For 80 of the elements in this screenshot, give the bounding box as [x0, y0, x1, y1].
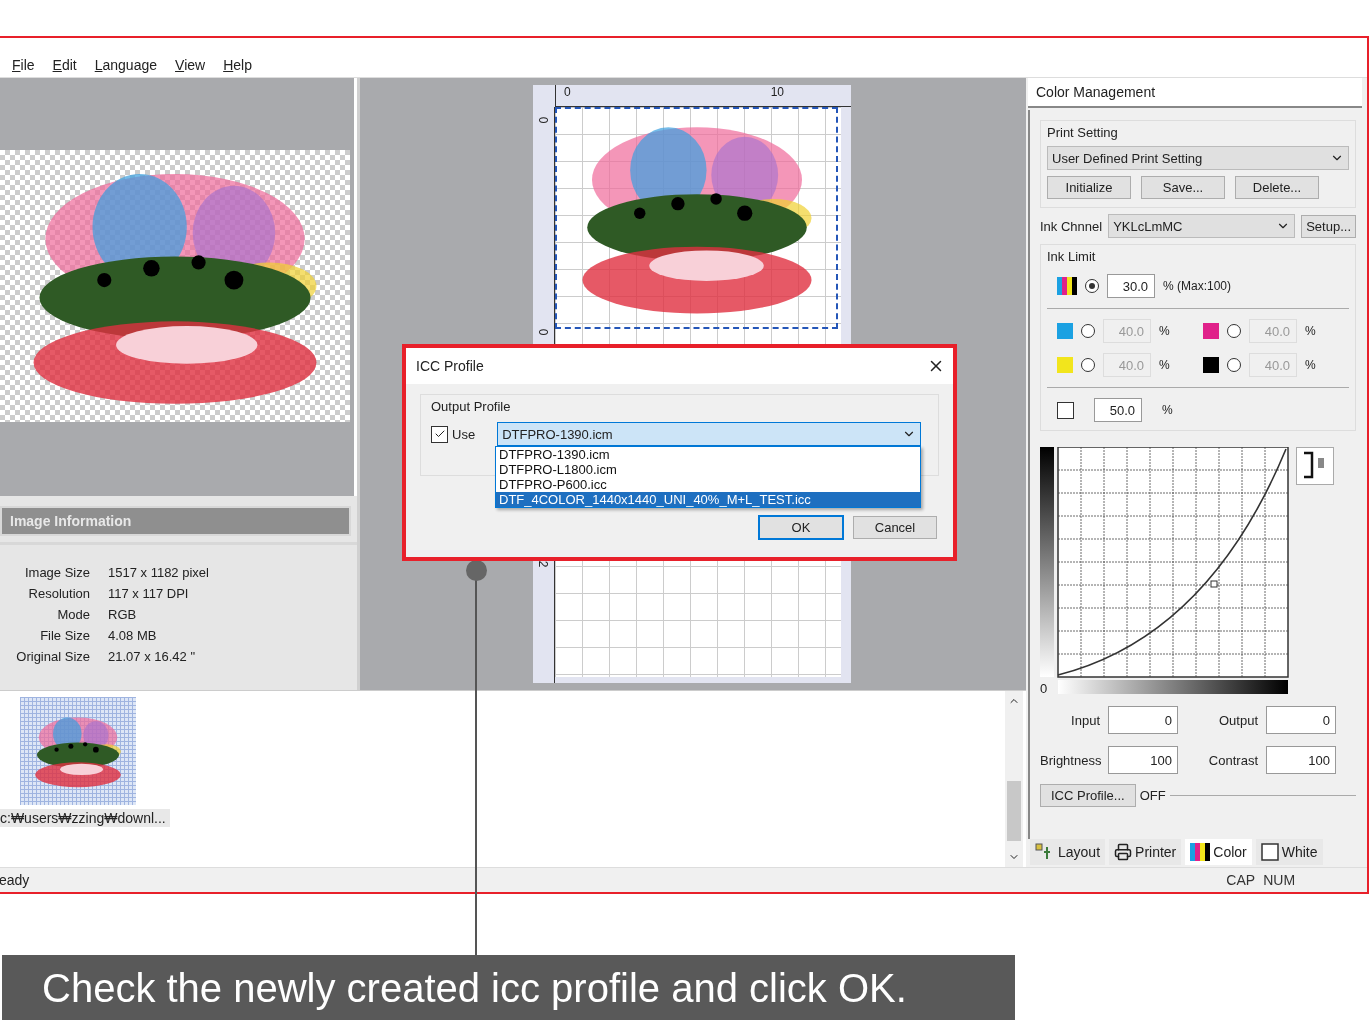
profile-dropdown[interactable]: DTFPRO-1390.icm	[497, 422, 922, 446]
print-setting-button[interactable]: Initialize	[1047, 176, 1131, 199]
icc-profile-button[interactable]: ICC Profile...	[1040, 784, 1136, 807]
icc-status: OFF	[1139, 788, 1166, 803]
info-label: Original Size	[15, 649, 90, 664]
field-label: Contrast	[1207, 752, 1258, 768]
radio-button[interactable]	[1085, 279, 1099, 293]
info-value: 4.08 MB	[108, 628, 158, 643]
menu-item[interactable]: Help	[223, 57, 252, 73]
group-label: Print Setting	[1047, 125, 1119, 140]
color-bars-icon	[1057, 277, 1077, 295]
print-setting-dropdown[interactable]: User Defined Print Setting	[1047, 146, 1349, 170]
info-label: File Size	[39, 628, 90, 643]
panel-tab[interactable]: Color	[1185, 839, 1252, 865]
total-limit-field[interactable]: 30.0	[1107, 274, 1155, 298]
menu-item[interactable]: Language	[94, 57, 158, 73]
field-label: Input	[1070, 712, 1100, 728]
group-label: Output Profile	[431, 399, 511, 414]
info-value: RGB	[108, 607, 138, 622]
color-bars-icon	[1190, 843, 1211, 861]
ruler-number: 0	[564, 85, 571, 99]
info-value: 117 x 117 DPI	[108, 586, 190, 601]
info-value: 1517 x 1182 pixel	[108, 565, 210, 580]
menu-item[interactable]: View	[175, 57, 206, 73]
image-information-header: Image Information	[0, 506, 351, 536]
value-field[interactable]: 100	[1108, 746, 1178, 774]
unit-label: %	[1162, 403, 1173, 417]
print-setting-button[interactable]: Save...	[1141, 176, 1225, 199]
dropdown-option[interactable]: DTFPRO-1390.icm	[496, 447, 920, 462]
value-field[interactable]: 0	[1266, 706, 1336, 734]
scrollbar[interactable]	[1005, 691, 1023, 867]
status-indicator: CAP	[1226, 872, 1256, 888]
info-label: Image Size	[23, 565, 90, 580]
menu-item[interactable]: File	[12, 57, 35, 73]
ruler-number: 10	[770, 85, 785, 99]
menu-item[interactable]: Edit	[52, 57, 77, 73]
field-label: Brightness	[1040, 752, 1100, 768]
ruler-number: 0	[536, 328, 551, 336]
ruler-number: 2	[536, 560, 551, 568]
setup-button[interactable]: Setup...	[1301, 214, 1356, 238]
curve-tool-button[interactable]	[1296, 447, 1334, 485]
dialog-button[interactable]: Cancel	[853, 516, 937, 539]
unit-label: %	[1159, 324, 1170, 338]
ink-limit-checkbox[interactable]	[1057, 401, 1074, 419]
info-value: 21.07 x 16.42 "	[108, 649, 196, 664]
checkbox-label: Use	[452, 426, 476, 442]
empty-square-icon	[1260, 843, 1279, 861]
info-label: Mode	[56, 607, 90, 622]
status-text: eady	[0, 872, 30, 888]
unit-label: %	[1305, 324, 1316, 338]
group-label: Ink Limit	[1047, 249, 1097, 264]
axis-label: 0	[1040, 681, 1049, 696]
unit-label: % (Max:100)	[1163, 279, 1232, 293]
thumbnail-caption: c:₩users₩zzing₩downl...	[0, 809, 170, 827]
use-checkbox[interactable]	[431, 425, 448, 443]
dialog-title: ICC Profile	[416, 358, 484, 374]
value-field[interactable]: 100	[1266, 746, 1336, 774]
panel-tab[interactable]: Layout	[1030, 839, 1106, 865]
unit-label: %	[1159, 358, 1170, 372]
field-label: Output	[1217, 712, 1258, 728]
unit-label: %	[1305, 358, 1316, 372]
panel-title: Color Management	[1028, 78, 1362, 108]
ruler-number: 0	[536, 116, 551, 124]
limit-field[interactable]: 50.0	[1094, 398, 1142, 422]
check-icon	[433, 428, 446, 440]
ink-channel-label: Ink Chnnel	[1040, 218, 1103, 234]
caption-banner: Check the newly created icc profile and click OK.	[2, 955, 1015, 1020]
dropdown-option[interactable]: DTF_4COLOR_1440x1440_UNI_40%_M+L_TEST.icc	[496, 492, 920, 507]
ink-channel-dropdown[interactable]: YKLcLmMC	[1108, 214, 1296, 238]
dropdown-option[interactable]: DTFPRO-L1800.icm	[496, 462, 920, 477]
panel-tab[interactable]: Printer	[1109, 839, 1182, 865]
panel-tab[interactable]: White	[1255, 839, 1323, 865]
dialog-button[interactable]: OK	[759, 516, 843, 539]
value-field[interactable]: 0	[1108, 706, 1178, 734]
thumbnail[interactable]	[20, 697, 136, 805]
printer-icon	[1114, 843, 1133, 861]
dropdown-option[interactable]: DTFPRO-P600.icc	[496, 477, 920, 492]
print-setting-button[interactable]: Delete...	[1235, 176, 1319, 199]
status-indicator: NUM	[1263, 872, 1296, 888]
info-label: Resolution	[27, 586, 90, 601]
